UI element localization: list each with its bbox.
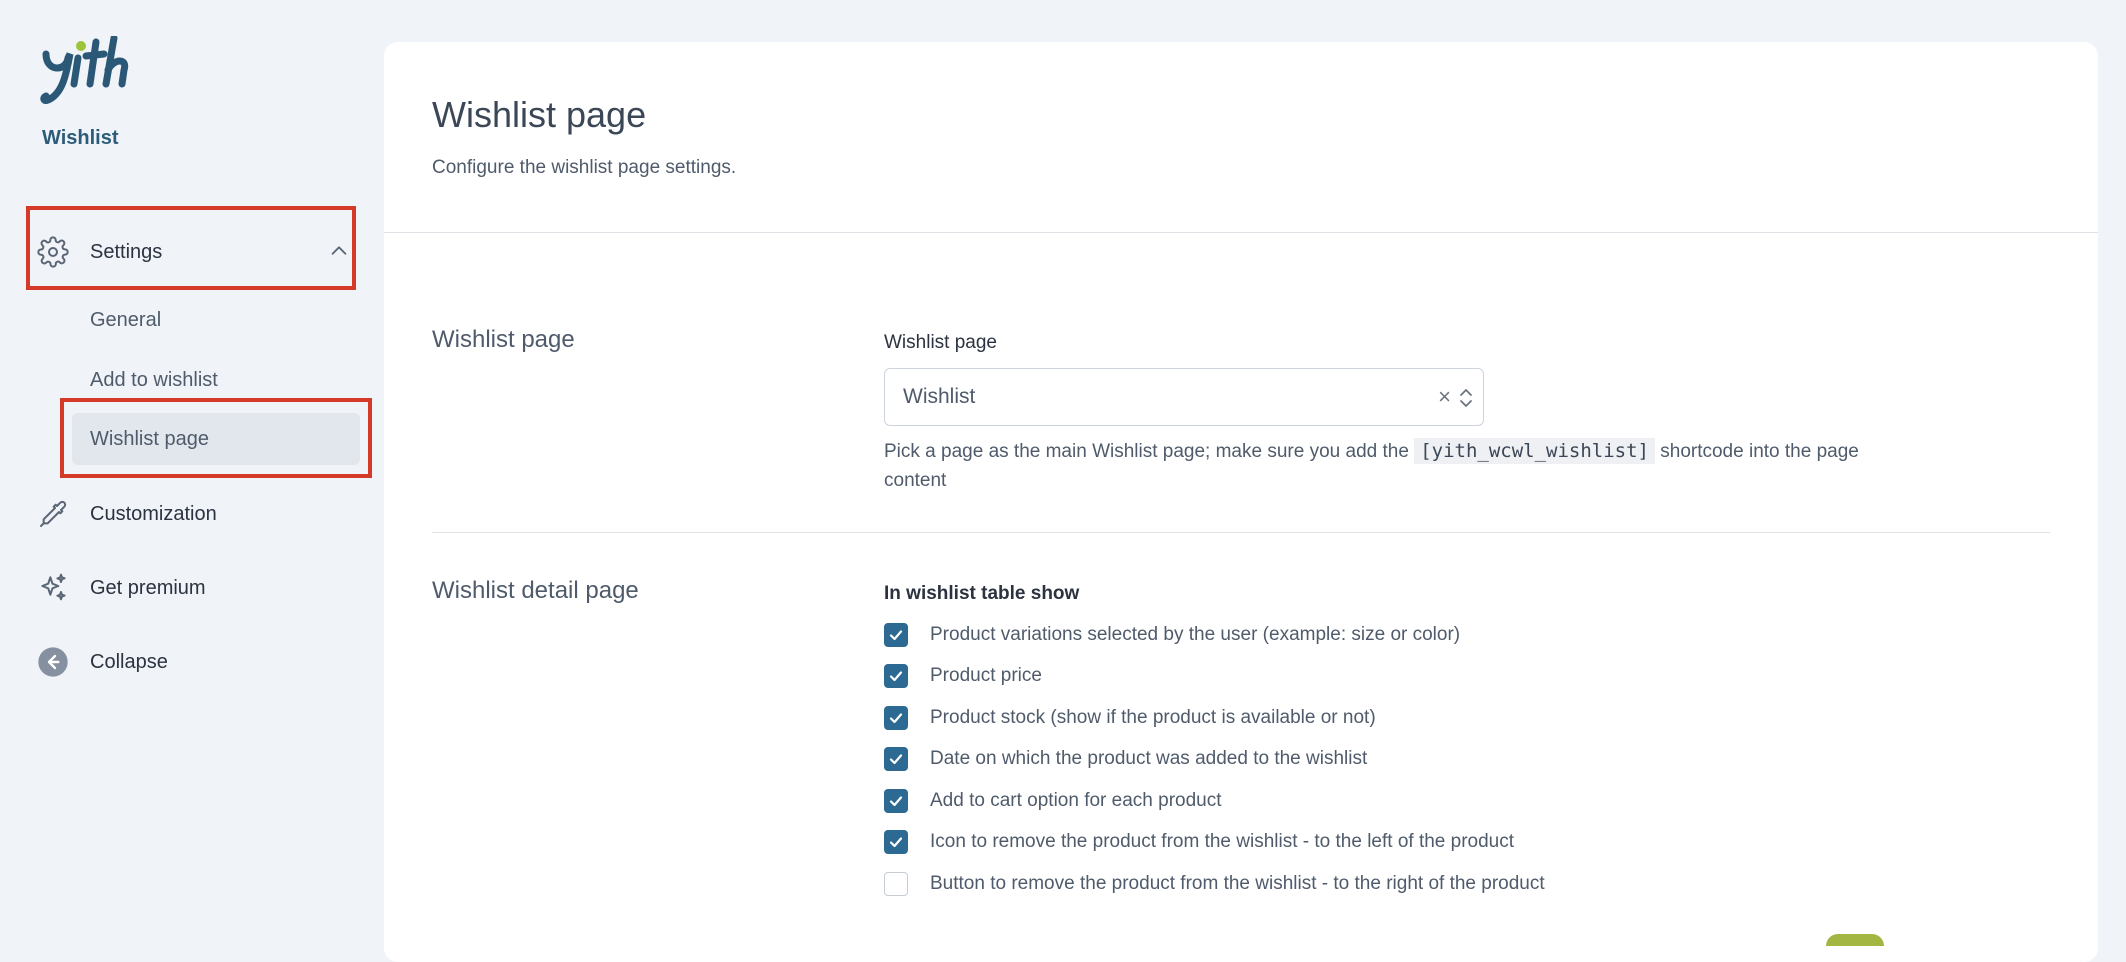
option-product-variations[interactable]: Product variations selected by the user … — [884, 622, 1460, 648]
sidebar: Wishlist Settings General Add to wishlis… — [0, 0, 384, 938]
sidebar-subitem-general[interactable]: General — [72, 294, 360, 346]
option-product-stock[interactable]: Product stock (show if the product is av… — [884, 705, 1376, 731]
check-icon — [889, 837, 903, 848]
wishlist-page-field-label: Wishlist page — [884, 332, 997, 353]
toggle-switch[interactable] — [1826, 934, 1884, 946]
sidebar-subitem-wishlist-page[interactable]: Wishlist page — [72, 413, 360, 465]
option-label: Button to remove the product from the wi… — [930, 873, 1545, 894]
sidebar-item-get-premium-label: Get premium — [90, 576, 206, 599]
checkbox-checked[interactable] — [884, 789, 908, 813]
check-icon — [889, 671, 903, 682]
page-title: Wishlist page — [432, 94, 647, 135]
option-date-added[interactable]: Date on which the product was added to t… — [884, 746, 1367, 772]
option-label: Product variations selected by the user … — [930, 624, 1461, 645]
option-label: Date on which the product was added to t… — [930, 748, 1368, 769]
arrow-left-circle-icon — [36, 645, 70, 679]
sidebar-item-customization-label: Customization — [90, 502, 217, 525]
option-label: Product price — [930, 665, 1042, 686]
wishlist-page-select[interactable]: Wishlist × — [884, 368, 1484, 426]
checkbox-checked[interactable] — [884, 623, 908, 647]
checkbox-checked[interactable] — [884, 664, 908, 688]
checkbox-checked[interactable] — [884, 706, 908, 730]
sidebar-item-settings-label: Settings — [90, 240, 163, 263]
sidebar-subitem-add-to-wishlist[interactable]: Add to wishlist — [72, 354, 360, 406]
section-title-wishlist-detail-page: Wishlist detail page — [432, 577, 639, 604]
gear-icon — [36, 235, 70, 269]
option-remove-icon-left[interactable]: Icon to remove the product from the wish… — [884, 829, 1514, 855]
sidebar-item-collapse-label: Collapse — [90, 650, 168, 673]
sparkles-icon — [36, 571, 70, 605]
page-subtitle: Configure the wishlist page settings. — [432, 157, 737, 178]
option-label: Product stock (show if the product is av… — [930, 707, 1376, 728]
check-icon — [889, 630, 903, 641]
checkbox-checked[interactable] — [884, 830, 908, 854]
sidebar-item-settings[interactable]: Settings — [36, 226, 356, 278]
settings-card: Wishlist page Configure the wishlist pag… — [384, 42, 2098, 962]
sidebar-item-customization[interactable]: Customization — [36, 488, 356, 540]
chevron-up-icon[interactable] — [328, 240, 350, 267]
header-divider — [384, 232, 2098, 233]
check-icon — [889, 796, 903, 807]
brand-label: Wishlist — [42, 127, 119, 149]
updown-chevron-icon — [1459, 387, 1473, 415]
checkbox-checked[interactable] — [884, 747, 908, 771]
yith-logo — [40, 36, 129, 104]
option-label: Icon to remove the product from the wish… — [930, 831, 1515, 852]
shortcode-snippet: [yith_wcwl_wishlist] — [1414, 438, 1655, 464]
wishlist-table-show-label: In wishlist table show — [884, 583, 1080, 604]
help-text-before: Pick a page as the main Wishlist page; m… — [884, 441, 1409, 462]
option-remove-button-right[interactable]: Button to remove the product from the wi… — [884, 871, 1545, 897]
clear-icon[interactable]: × — [1438, 384, 1451, 410]
check-icon — [889, 713, 903, 724]
section-divider — [432, 532, 2050, 533]
wishlist-page-select-value: Wishlist — [903, 385, 976, 408]
check-icon — [889, 754, 903, 765]
sidebar-item-collapse[interactable]: Collapse — [36, 636, 356, 688]
sidebar-item-get-premium[interactable]: Get premium — [36, 562, 356, 614]
option-label: Add to cart option for each product — [930, 790, 1222, 811]
option-product-price[interactable]: Product price — [884, 663, 1042, 689]
wishlist-page-help-text: Pick a page as the main Wishlist page; m… — [884, 437, 1884, 495]
eyedropper-icon — [36, 497, 70, 531]
section-title-wishlist-page: Wishlist page — [432, 326, 575, 353]
option-add-to-cart[interactable]: Add to cart option for each product — [884, 788, 1222, 814]
checkbox-unchecked[interactable] — [884, 872, 908, 896]
